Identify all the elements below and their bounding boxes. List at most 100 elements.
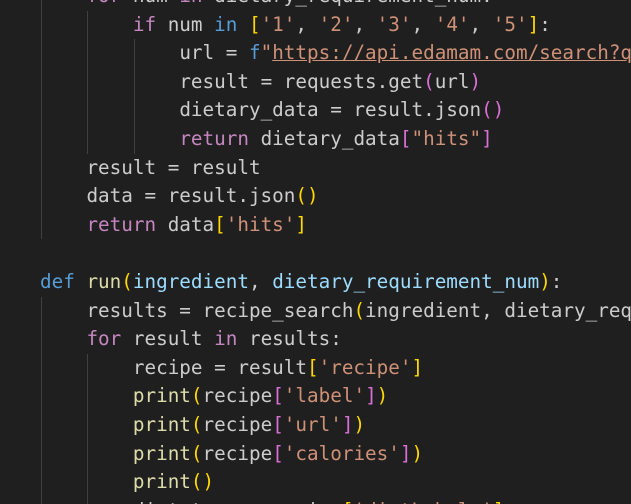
indent-guide [87,410,89,440]
code-token: 'hits' [225,212,296,236]
code-token: for [86,327,122,351]
code-token: result [121,327,215,351]
indent-guide [41,410,42,440]
code-line[interactable]: data = result.json() [40,182,631,211]
code-line[interactable]: url = f"https://api.edamam.com/search?q= [40,39,631,68]
code-token: https://api.edamam.com/search?q= [272,41,631,65]
code-token: result = result [86,155,261,179]
code-line[interactable]: for num in dietary_requirement_num: [40,0,631,11]
code-token: 'recipe' [318,355,412,379]
indent-guide [87,39,89,68]
indent-guide [41,325,42,354]
code-line[interactable]: result = result [40,153,631,183]
code-token: ( [353,298,366,322]
indent-guide [41,124,42,154]
code-token: print [132,470,191,494]
indent-guide [87,67,89,97]
code-token: print [132,441,191,465]
code-line[interactable]: dietary_data = result.json() [40,96,631,125]
indent-guide [133,124,135,154]
indent-guide [41,67,42,97]
code-token: def [40,269,75,293]
code-area[interactable]: for num in dietary_requirement_num: if n… [40,0,631,504]
code-line[interactable]: return data['hits'] [40,210,631,240]
indent-guide [87,124,89,154]
code-line[interactable]: print(recipe['label']) [40,382,631,411]
code-token: ] [399,441,412,465]
code-token: print [132,384,191,408]
indent-guide [133,96,135,125]
code-token: = recipe [237,499,342,504]
code-token: data = result.json [86,184,296,208]
code-token: ( [121,269,133,293]
indent-guide [41,468,42,497]
code-line[interactable]: return dietary_data["hits"] [40,124,631,154]
code-token: results = recipe_search [86,298,354,322]
code-token: ( [190,441,203,465]
indent-guide [41,439,42,469]
code-token: result = requests.get [179,69,424,93]
indent-guide [41,296,42,326]
code-line[interactable]: print(recipe['url']) [40,410,631,440]
code-token: if [132,12,157,36]
code-token: return [86,212,157,236]
code-line[interactable]: def run(ingredient, dietary_requirement_… [40,268,631,297]
code-token: [ [272,412,284,436]
indent-guide [87,468,89,497]
code-line[interactable]: results = recipe_search(ingredient, diet… [40,296,631,326]
indent-guide [41,10,42,40]
code-token: in [179,0,202,7]
code-token: ] [365,384,377,408]
code-token: () [481,98,505,122]
code-token: ) [353,412,366,436]
code-line[interactable]: print(recipe['calories']) [40,439,631,469]
indent-guide [133,67,135,97]
code-token: recipe = result [132,355,307,379]
code-token: dietary_data = result.json [179,98,482,122]
indent-guide [41,382,42,411]
code-token: ] [481,126,493,150]
code-token: recipe [202,441,273,465]
code-token: ( [190,384,203,408]
code-token: ( [190,412,203,436]
code-line[interactable]: diet_type = recipe['dietLabels'] [40,496,631,504]
indent-guide [87,439,89,469]
code-token: in [214,327,238,351]
code-token: = [214,41,249,65]
code-token: , [469,12,493,36]
code-token: "hits" [411,126,482,150]
code-line[interactable]: print() [40,468,631,497]
code-line[interactable]: recipe = result['recipe'] [40,353,631,383]
code-line[interactable]: result = requests.get(url) [40,67,631,97]
code-token: url [179,41,215,65]
code-token: ] [341,412,354,436]
code-token: results: [237,327,342,351]
code-token: [ [248,12,261,36]
code-token: '2' [318,12,354,36]
code-line[interactable]: for result in results: [40,325,631,354]
code-token: , [411,12,435,36]
code-token: 'url' [283,412,342,436]
code-token: diet_type [133,499,237,504]
code-token: '5' [492,12,528,36]
code-token: run [86,269,122,293]
code-token: '1' [260,12,296,36]
code-token: : [539,12,551,36]
code-line[interactable] [40,239,631,268]
code-line[interactable]: if num in ['1', '2', '3', '4', '5']: [40,10,631,40]
code-token: , [353,12,377,36]
indent-guide [133,39,135,68]
code-editor[interactable]: for num in dietary_requirement_num: if n… [0,0,631,504]
code-token: 'dietLabels' [353,499,492,504]
